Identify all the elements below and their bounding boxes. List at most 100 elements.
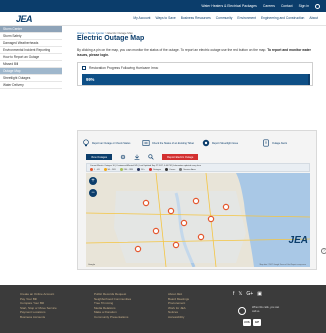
social-links: f 𝕏 G+ ▣	[233, 291, 262, 297]
app-store-badge[interactable]: iOS	[243, 319, 251, 326]
streetlight-icon	[202, 139, 210, 147]
sidebar-header[interactable]: Storm Center	[0, 26, 62, 33]
chip-label: Outages	[152, 168, 162, 171]
footer-column-account: Create an Online Account Pay Your Bill C…	[20, 292, 57, 320]
outage-alerts-action[interactable]: Outage Alerts	[262, 139, 314, 147]
report-electric-outage-button[interactable]: Report Electric Outage	[162, 154, 199, 160]
footer-app-text: When life calls, you can call us.	[252, 306, 312, 313]
progress-bar: 99%	[82, 74, 310, 85]
view-outages-button[interactable]: View Outages	[86, 154, 113, 160]
outage-marker[interactable]	[134, 245, 142, 253]
outage-marker[interactable]	[207, 215, 215, 223]
sidebar-item-storm-safety[interactable]: Storm Safety	[0, 33, 62, 40]
map-attribution[interactable]: Map data ©2017 Google Terms of Use Repor…	[260, 264, 306, 266]
sidebar: Storm Center Storm Safety Damaged Weathe…	[0, 26, 62, 89]
download-icon[interactable]	[134, 154, 140, 160]
sidebar-item-report-outage[interactable]: How to Report an Outage	[0, 54, 62, 61]
twitter-icon[interactable]: 𝕏	[238, 291, 242, 297]
google-plus-icon[interactable]: G+	[246, 291, 253, 297]
outage-marker[interactable]	[180, 219, 188, 227]
map-provider-brand: Google	[88, 264, 96, 266]
page-title: Electric Outage Map	[77, 35, 145, 42]
sidebar-item-environmental[interactable]: Environmental Incident Reporting	[0, 47, 62, 54]
app-badges: iOS GP	[243, 319, 261, 326]
chip-color-dot	[103, 168, 107, 171]
filter-chip[interactable]: 50 - 249	[103, 168, 116, 171]
nav-community[interactable]: Community	[216, 16, 233, 20]
outage-marker[interactable]	[172, 241, 180, 249]
chip-color-dot	[165, 168, 169, 171]
sidebar-item-damaged-weatherheads[interactable]: Damaged Weatherheads	[0, 40, 62, 47]
main-nav: My Account Ways to Save Business Resourc…	[133, 16, 318, 20]
jea-logo[interactable]: JEA	[16, 14, 33, 24]
footer-link[interactable]: Business Accounts	[20, 315, 57, 320]
phone-icon	[238, 307, 246, 315]
outage-alerts-label: Outage Alerts	[272, 141, 288, 145]
map-canvas[interactable]: + − Google Map data ©2017 Google Terms o…	[86, 173, 310, 267]
facebook-icon[interactable]: f	[233, 291, 234, 297]
outage-map-widget: Report an Outage or Check Status Check t…	[77, 130, 326, 270]
nav-about[interactable]: About	[309, 16, 318, 20]
map-action-row: Report an Outage or Check Status Check t…	[78, 136, 318, 150]
ticket-icon	[142, 140, 150, 146]
filter-chip[interactable]: Service Area	[179, 168, 196, 171]
sidebar-item-outage-map[interactable]: Outage Map	[0, 68, 62, 75]
chip-color-dot	[148, 168, 152, 171]
chip-label: 1 - 49	[94, 168, 100, 171]
outage-marker[interactable]	[167, 207, 175, 215]
restoration-progress: Restoration Progress Following Hurricane…	[77, 62, 313, 86]
filter-chip[interactable]: Crews	[165, 168, 175, 171]
nav-environment[interactable]: Environment	[237, 16, 256, 20]
outage-marker[interactable]	[197, 233, 205, 241]
gear-icon[interactable]	[120, 154, 126, 160]
map-jea-logo: JEA	[288, 235, 308, 246]
nav-ways-to-save[interactable]: Ways to Save	[155, 16, 175, 20]
nav-my-account[interactable]: My Account	[133, 16, 150, 20]
search-icon[interactable]	[315, 3, 320, 9]
check-status-action[interactable]: Check the Status of an Existing Ticket	[142, 139, 194, 147]
util-link-contact[interactable]: Contact	[281, 4, 293, 8]
footer-link[interactable]: Accessibility	[168, 315, 189, 320]
check-status-label: Check the Status of an Existing Ticket	[152, 141, 194, 145]
instagram-icon[interactable]: ▣	[257, 291, 262, 297]
footer-link[interactable]: Public Records Request	[94, 292, 131, 297]
map-svg[interactable]	[86, 173, 310, 267]
zoom-in-button[interactable]: +	[89, 177, 97, 185]
footer-link[interactable]: Community Presentations	[94, 315, 131, 320]
util-link-sign-in[interactable]: Sign in	[299, 4, 309, 8]
chip-color-dot	[179, 168, 183, 171]
filter-chip[interactable]: 1 - 49	[90, 168, 100, 171]
progress-fill	[82, 74, 308, 85]
minus-icon[interactable]	[82, 66, 86, 70]
streetlight-action[interactable]: Report Streetlight Issue	[202, 139, 254, 147]
sidebar-item-streetlight[interactable]: Streetlight Outages	[0, 75, 62, 82]
util-link-careers[interactable]: Careers	[263, 4, 275, 8]
report-outage-action[interactable]: Report an Outage or Check Status	[82, 139, 134, 147]
streetlight-label: Report Streetlight Issue	[212, 141, 239, 145]
sidebar-item-missed-bill[interactable]: Missed Bill	[0, 61, 62, 68]
outage-filter-bar: Current Electric Outages 10 | Customers …	[86, 163, 310, 172]
progress-header[interactable]: Restoration Progress Following Hurricane…	[78, 63, 312, 73]
filter-chip[interactable]: 250 - 999	[119, 168, 133, 171]
footer-link[interactable]: Create an Online Account	[20, 292, 57, 297]
chip-color-dot	[90, 168, 93, 171]
intro-text: By clicking a pin on the map, you can mo…	[77, 48, 313, 57]
zoom-out-button[interactable]: −	[89, 189, 97, 197]
search-icon[interactable]	[148, 154, 154, 160]
filter-chip[interactable]: 1K+	[136, 168, 145, 171]
outage-marker[interactable]	[222, 203, 230, 211]
util-link-water-heaters[interactable]: Water Heaters & Electrical Packages	[201, 4, 256, 8]
help-icon[interactable]: ?	[321, 248, 326, 254]
google-play-badge[interactable]: GP	[253, 319, 261, 326]
nav-business-resources[interactable]: Business Resources	[181, 16, 211, 20]
filter-chip[interactable]: Outages	[148, 168, 162, 171]
outage-marker[interactable]	[192, 197, 200, 205]
outage-marker[interactable]	[142, 199, 150, 207]
bulb-icon	[83, 139, 89, 147]
sidebar-item-water-delivery[interactable]: Water Delivery	[0, 82, 62, 89]
nav-engineering[interactable]: Engineering and Construction	[261, 16, 304, 20]
intro-body: By clicking a pin on the map, you can mo…	[77, 48, 267, 52]
chip-color-dot	[136, 168, 140, 171]
outage-marker[interactable]	[152, 227, 160, 235]
service-area	[114, 191, 246, 263]
